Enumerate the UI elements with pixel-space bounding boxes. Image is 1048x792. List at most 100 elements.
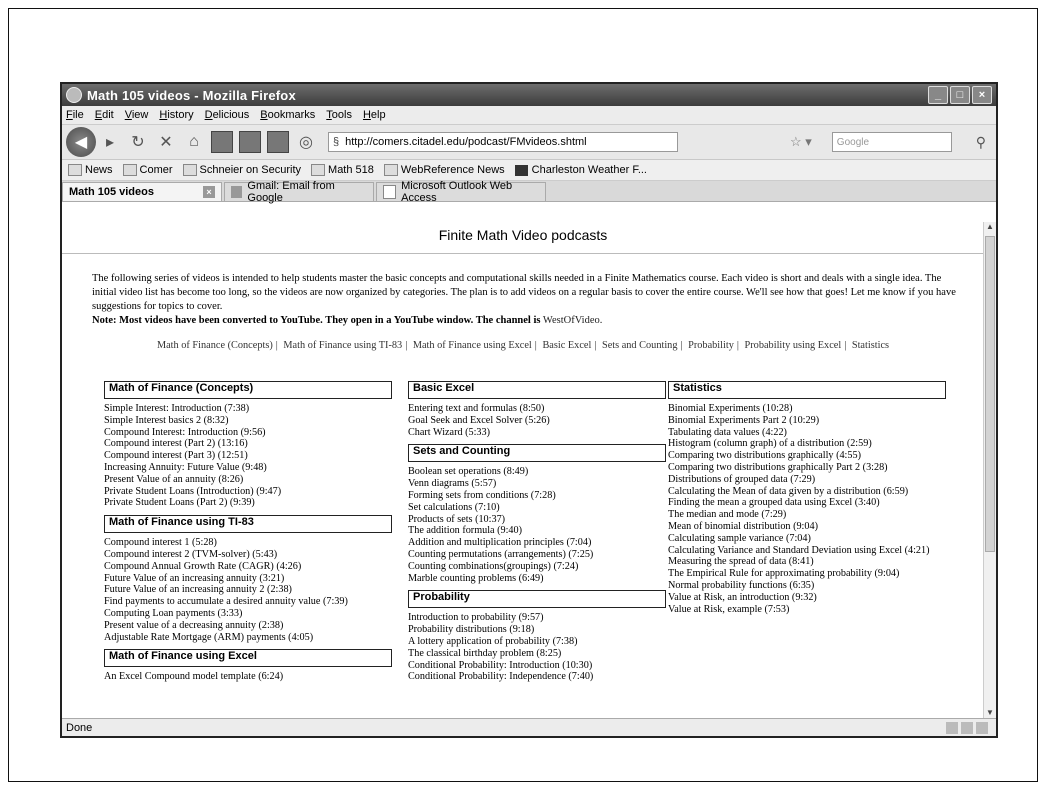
nav-sets-counting[interactable]: Sets and Counting (602, 340, 678, 351)
toolbar-icon-1[interactable] (210, 130, 234, 154)
bookmark-schneier[interactable]: Schneier on Security (182, 164, 301, 176)
video-link[interactable]: Distributions of grouped data (7:29) (668, 474, 952, 486)
video-link[interactable]: Private Student Loans (Introduction) (9:… (104, 486, 400, 498)
stop-icon[interactable]: ✕ (154, 130, 178, 154)
video-link[interactable]: Binomial Experiments (10:28) (668, 403, 952, 415)
video-link[interactable]: Compound interest (Part 3) (12:51) (104, 450, 400, 462)
video-link[interactable]: Compound interest 1 (5:28) (104, 537, 400, 549)
menu-file[interactable]: File (66, 109, 84, 121)
video-link[interactable]: Compound interest (Part 2) (13:16) (104, 438, 400, 450)
nav-finance-concepts[interactable]: Math of Finance (Concepts) (157, 340, 273, 351)
video-link[interactable]: Introduction to probability (9:57) (408, 612, 664, 624)
tab-outlook[interactable]: Microsoft Outlook Web Access (376, 180, 546, 204)
video-link[interactable]: Measuring the spread of data (8:41) (668, 556, 952, 568)
video-link[interactable]: Computing Loan payments (3:33) (104, 608, 400, 620)
video-link[interactable]: Increasing Annuity: Future Value (9:48) (104, 462, 400, 474)
video-link[interactable]: Compound Interest: Introduction (9:56) (104, 427, 400, 439)
video-link[interactable]: Calculating the Mean of data given by a … (668, 486, 952, 498)
video-link[interactable]: Histogram (column graph) of a distributi… (668, 438, 952, 450)
address-bar[interactable]: § http://comers.citadel.edu/podcast/FMvi… (328, 132, 678, 152)
scroll-up-icon[interactable]: ▲ (984, 222, 996, 234)
bookmark-webreference[interactable]: WebReference News (383, 164, 505, 176)
vertical-scrollbar[interactable]: ▲ ▼ (983, 222, 996, 720)
video-link[interactable]: Binomial Experiments Part 2 (10:29) (668, 415, 952, 427)
video-link[interactable]: Boolean set operations (8:49) (408, 466, 664, 478)
video-link[interactable]: The median and mode (7:29) (668, 509, 952, 521)
minimize-button[interactable]: _ (928, 86, 948, 104)
tab-gmail[interactable]: Gmail: Email from Google (224, 180, 374, 204)
menu-delicious[interactable]: Delicious (205, 109, 250, 121)
search-icon[interactable]: ⚲ (976, 134, 986, 151)
back-button[interactable]: ◀ (66, 127, 96, 157)
scroll-thumb[interactable] (985, 236, 995, 552)
video-link[interactable]: Private Student Loans (Part 2) (9:39) (104, 497, 400, 509)
video-link[interactable]: Tabulating data values (4:22) (668, 427, 952, 439)
video-link[interactable]: Compound Annual Growth Rate (CAGR) (4:26… (104, 561, 400, 573)
video-link[interactable]: Addition and multiplication principles (… (408, 537, 664, 549)
video-link[interactable]: Entering text and formulas (8:50) (408, 403, 664, 415)
bookmark-comer[interactable]: Comer (122, 164, 173, 176)
video-link[interactable]: Normal probability functions (6:35) (668, 580, 952, 592)
channel-link[interactable]: WestOfVideo. (543, 315, 602, 326)
bookmark-news[interactable]: News (68, 164, 113, 176)
toolbar-icon-4[interactable]: ◎ (294, 130, 318, 154)
tab-close-icon[interactable]: × (203, 186, 215, 198)
maximize-button[interactable]: □ (950, 86, 970, 104)
bookmark-star-icon[interactable]: ☆ ▾ (790, 134, 812, 150)
tab-math105[interactable]: Math 105 videos × (62, 182, 222, 201)
bookmark-weather[interactable]: Charleston Weather F... (514, 164, 647, 176)
nav-finance-ti83[interactable]: Math of Finance using TI-83 (283, 340, 402, 351)
nav-finance-excel[interactable]: Math of Finance using Excel (413, 340, 532, 351)
close-button[interactable]: × (972, 86, 992, 104)
video-link[interactable]: An Excel Compound model template (6:24) (104, 671, 400, 683)
video-link[interactable]: Calculating Variance and Standard Deviat… (668, 545, 952, 557)
video-link[interactable]: Goal Seek and Excel Solver (5:26) (408, 415, 664, 427)
home-icon[interactable]: ⌂ (182, 130, 206, 154)
video-link[interactable]: Simple Interest: Introduction (7:38) (104, 403, 400, 415)
bookmark-math518[interactable]: Math 518 (311, 164, 374, 176)
video-link[interactable]: The classical birthday problem (8:25) (408, 648, 664, 660)
menu-edit[interactable]: Edit (95, 109, 114, 121)
video-link[interactable]: Products of sets (10:37) (408, 514, 664, 526)
video-link[interactable]: Forming sets from conditions (7:28) (408, 490, 664, 502)
video-link[interactable]: Value at Risk, an introduction (9:32) (668, 592, 952, 604)
video-link[interactable]: Mean of binomial distribution (9:04) (668, 521, 952, 533)
video-link[interactable]: Conditional Probability: Introduction (1… (408, 660, 664, 672)
video-link[interactable]: Adjustable Rate Mortgage (ARM) payments … (104, 632, 400, 644)
video-link[interactable]: Simple Interest basics 2 (8:32) (104, 415, 400, 427)
video-link[interactable]: Calculating sample variance (7:04) (668, 533, 952, 545)
video-link[interactable]: Compound interest 2 (TVM-solver) (5:43) (104, 549, 400, 561)
toolbar-icon-2[interactable] (238, 130, 262, 154)
video-link[interactable]: Future Value of an increasing annuity (3… (104, 573, 400, 585)
nav-statistics[interactable]: Statistics (852, 340, 889, 351)
nav-probability-excel[interactable]: Probability using Excel (745, 340, 842, 351)
video-link[interactable]: Counting permutations (arrangements) (7:… (408, 549, 664, 561)
video-link[interactable]: Counting combinations(groupings) (7:24) (408, 561, 664, 573)
video-link[interactable]: Future Value of an increasing annuity 2 … (104, 584, 400, 596)
search-input[interactable]: Google (831, 132, 952, 152)
video-link[interactable]: The addition formula (9:40) (408, 525, 664, 537)
toolbar-icon-3[interactable] (266, 130, 290, 154)
video-link[interactable]: Marble counting problems (6:49) (408, 573, 664, 585)
video-link[interactable]: Value at Risk, example (7:53) (668, 604, 952, 616)
video-link[interactable]: Venn diagrams (5:57) (408, 478, 664, 490)
menu-help[interactable]: Help (363, 109, 386, 121)
video-link[interactable]: The Empirical Rule for approximating pro… (668, 568, 952, 580)
menu-view[interactable]: View (125, 109, 149, 121)
video-link[interactable]: Comparing two distributions graphically … (668, 462, 952, 474)
video-link[interactable]: Find payments to accumulate a desired an… (104, 596, 400, 608)
menu-bookmarks[interactable]: Bookmarks (260, 109, 315, 121)
video-link[interactable]: Present value of a decreasing annuity (2… (104, 620, 400, 632)
reload-icon[interactable]: ↻ (126, 130, 150, 154)
video-link[interactable]: Conditional Probability: Independence (7… (408, 671, 664, 683)
menu-history[interactable]: History (159, 109, 193, 121)
video-link[interactable]: Comparing two distributions graphically … (668, 450, 952, 462)
video-link[interactable]: Present Value of an annuity (8:26) (104, 474, 400, 486)
video-link[interactable]: Set calculations (7:10) (408, 502, 664, 514)
video-link[interactable]: Chart Wizard (5:33) (408, 427, 664, 439)
video-link[interactable]: Probability distributions (9:18) (408, 624, 664, 636)
nav-probability[interactable]: Probability (688, 340, 734, 351)
menu-tools[interactable]: Tools (326, 109, 352, 121)
forward-button[interactable]: ▸ (98, 130, 122, 154)
nav-basic-excel[interactable]: Basic Excel (542, 340, 591, 351)
